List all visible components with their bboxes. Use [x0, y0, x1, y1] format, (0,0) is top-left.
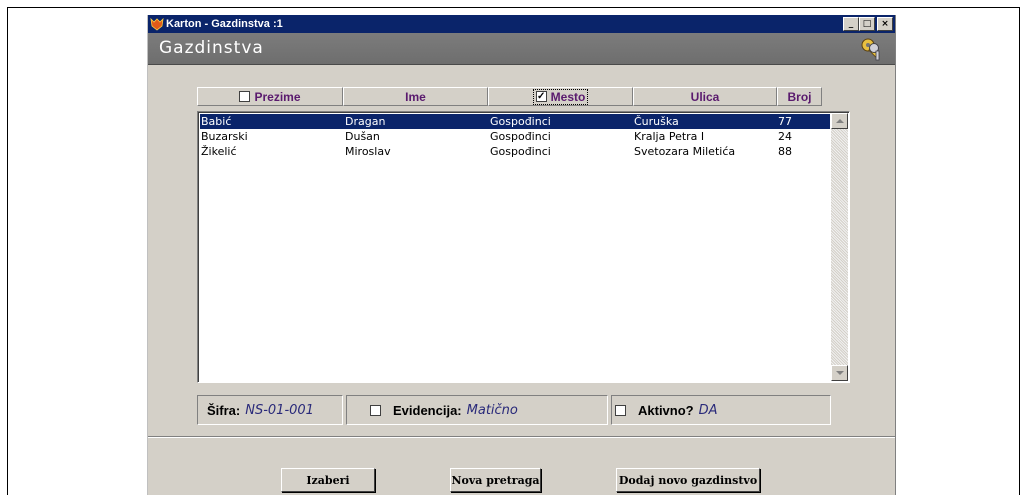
table-row[interactable]: Babić Dragan Gospođinci Čuruška 77: [200, 114, 830, 129]
divider: [148, 436, 895, 438]
karton-window: Karton - Gazdinstva :1 _ □ × Gazdinstva …: [147, 15, 896, 495]
window-title: Karton - Gazdinstva :1: [166, 18, 283, 30]
table-row[interactable]: Žikelić Miroslav Gospođinci Svetozara Milet…: [200, 144, 830, 159]
mesto-focus: ✓ Mesto: [532, 88, 589, 105]
cell-broj: 24: [778, 130, 792, 143]
window-controls: _ □ ×: [843, 17, 893, 31]
maximize-button[interactable]: □: [859, 17, 875, 31]
cell-ime: Dragan: [345, 115, 386, 128]
izaberi-button[interactable]: Izaberi: [281, 468, 375, 492]
column-header-ulica[interactable]: Ulica: [633, 87, 777, 106]
aktivno-checkbox[interactable]: [615, 404, 626, 416]
cell-ime: Miroslav: [345, 145, 391, 158]
cell-mesto: Gospođinci: [490, 145, 551, 158]
cell-ulica: Čuruška: [634, 115, 679, 128]
column-header-ime[interactable]: Ime: [343, 87, 488, 106]
sifra-label: Šifra:: [207, 402, 241, 418]
cell-ulica: Kralja Petra I: [634, 130, 705, 143]
nova-pretraga-button[interactable]: Nova pretraga: [450, 468, 541, 492]
keys-icon: [861, 38, 880, 61]
close-button[interactable]: ×: [877, 17, 893, 31]
cell-ulica: Svetozara Miletića: [634, 145, 736, 158]
title-bar[interactable]: Karton - Gazdinstva :1 _ □ ×: [148, 15, 895, 33]
cell-prezime: Buzarski: [201, 130, 248, 143]
table-row[interactable]: Buzarski Dušan Gospođinci Kralja Petra I 24: [200, 129, 830, 144]
aktivno-field: Aktivno? DA: [611, 395, 831, 425]
rows-container: Babić Dragan Gospođinci Čuruška 77 Buzarski Du…: [200, 114, 830, 159]
results-list[interactable]: Babić Dragan Gospođinci Čuruška 77 Buzarski Du…: [197, 111, 850, 383]
column-header-broj[interactable]: Broj: [777, 87, 822, 106]
cell-prezime: Babić: [201, 115, 232, 128]
evidencija-checkbox[interactable]: [370, 404, 381, 416]
aktivno-value: DA: [698, 402, 718, 418]
arrow-down-icon: [835, 371, 844, 375]
sifra-value: NS-01-001: [245, 402, 314, 418]
scroll-up-button[interactable]: [831, 113, 848, 129]
dodaj-gazdinstvo-button[interactable]: Dodaj novo gazdinstvo: [616, 468, 760, 492]
column-header-mesto[interactable]: ✓ Mesto: [488, 87, 633, 106]
cell-broj: 77: [778, 115, 792, 128]
evidencija-field: Evidencija: Matično: [346, 395, 608, 425]
minimize-button[interactable]: _: [843, 17, 859, 31]
column-label-ulica: Ulica: [690, 89, 720, 104]
header-band: Gazdinstva: [148, 33, 895, 65]
scroll-down-button[interactable]: [831, 365, 848, 381]
column-label-prezime: Prezime: [254, 89, 301, 104]
sifra-field: Šifra: NS-01-001: [197, 395, 343, 425]
evidencija-value: Matično: [466, 402, 518, 418]
arrow-up-icon: [835, 119, 844, 123]
app-icon: [150, 17, 164, 31]
column-label-mesto: Mesto: [550, 89, 586, 104]
cell-prezime: Žikelić: [201, 145, 237, 158]
evidencija-label: Evidencija:: [393, 402, 462, 418]
column-label-broj: Broj: [787, 89, 812, 104]
vertical-scrollbar[interactable]: [831, 113, 848, 381]
column-header-prezime[interactable]: Prezime: [197, 87, 343, 106]
page-title: Gazdinstva: [159, 38, 264, 58]
cell-mesto: Gospođinci: [490, 130, 551, 143]
cell-mesto: Gospođinci: [490, 115, 551, 128]
aktivno-label: Aktivno?: [638, 402, 694, 418]
column-label-ime: Ime: [405, 89, 426, 104]
cell-broj: 88: [778, 145, 792, 158]
mesto-checkbox[interactable]: ✓: [535, 91, 547, 102]
prezime-checkbox[interactable]: [239, 91, 251, 102]
cell-ime: Dušan: [345, 130, 380, 143]
